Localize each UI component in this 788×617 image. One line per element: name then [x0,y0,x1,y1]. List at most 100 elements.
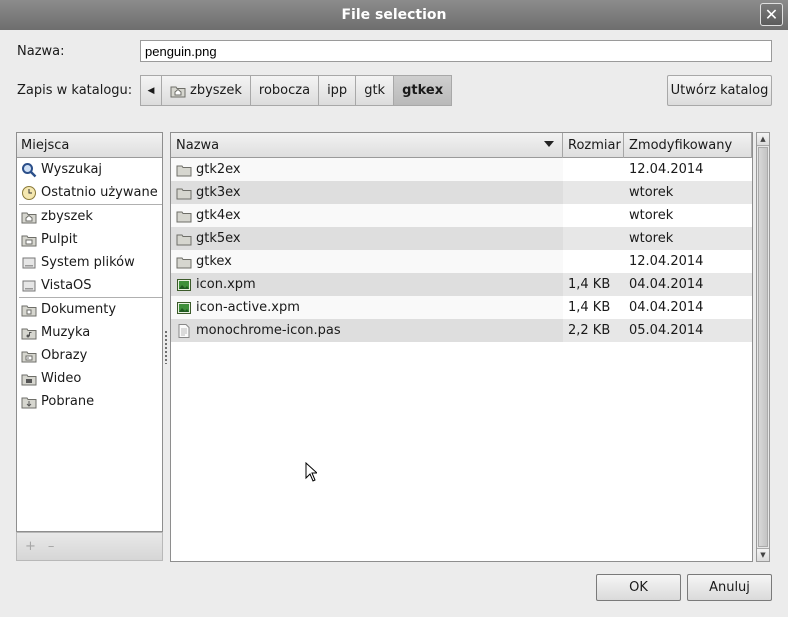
downloads-folder-icon [21,397,37,408]
path-crumb-label: robocza [258,83,311,98]
cancel-button[interactable]: Anuluj [687,574,772,601]
place-label: Wideo [41,371,82,386]
file-row[interactable]: icon.xpm 1,4 KB 04.04.2014 [171,273,752,296]
video-folder-icon [21,374,37,385]
place-label: Pulpit [41,232,78,247]
place-item-music[interactable]: Muzyka [17,321,162,344]
places-actions: + – [16,532,163,561]
path-scroll-left-button[interactable]: ◀ [140,75,162,106]
file-size [563,181,624,204]
place-item-home[interactable]: zbyszek [17,205,162,228]
path-crumb-ipp[interactable]: ipp [318,75,357,106]
file-name: icon.xpm [196,277,256,292]
remove-bookmark-button[interactable]: – [48,539,55,554]
close-button[interactable]: ✕ [760,3,783,26]
column-header-size[interactable]: Rozmiar [563,133,624,158]
place-label: Pobrane [41,394,95,409]
file-size [563,227,624,250]
file-modified: wtorek [629,208,674,223]
name-label: Nazwa: [17,44,65,59]
path-crumb-label: zbyszek [190,83,242,98]
mouse-cursor-icon [305,462,317,482]
path-bar: ◀ zbyszek robocza ipp gtk gtkex [140,75,453,106]
chevron-left-icon: ◀ [147,85,155,96]
place-label: Obrazy [41,348,88,363]
ok-button[interactable]: OK [596,574,681,601]
file-row[interactable]: gtk4ex wtorek [171,204,752,227]
file-selection-dialog: File selection ✕ Nazwa: Zapis w katalogu… [0,0,788,617]
file-modified: 04.04.2014 [629,300,704,315]
file-list: Nazwa Rozmiar Zmodyfikowany gtk2ex 12.04… [170,132,753,562]
file-modified: wtorek [629,185,674,200]
column-label: Rozmiar [568,138,621,153]
path-crumb-zbyszek[interactable]: zbyszek [161,75,251,106]
save-in-folder-label: Zapis w katalogu: [17,83,133,98]
place-item-pictures[interactable]: Obrazy [17,344,162,367]
place-label: VistaOS [41,278,92,293]
file-name: gtkex [196,254,232,269]
file-row[interactable]: gtk5ex wtorek [171,227,752,250]
add-bookmark-button[interactable]: + [25,539,36,554]
place-item-filesystem[interactable]: System plików [17,251,162,274]
file-name: icon-active.xpm [196,300,300,315]
file-name: gtk2ex [196,162,241,177]
file-list-scrollbar[interactable]: ▲ ▼ [756,132,770,562]
place-label: Ostatnio używane [41,185,158,200]
path-crumb-gtkex[interactable]: gtkex [393,75,453,106]
path-crumb-robocza[interactable]: robocza [249,75,320,106]
file-row[interactable]: monochrome-icon.pas 2,2 KB 05.04.2014 [171,319,752,342]
text-file-icon [178,323,190,338]
pane-resize-handle[interactable] [164,330,168,364]
drive-icon [22,257,36,268]
folder-icon [176,234,192,245]
file-row[interactable]: gtk2ex 12.04.2014 [171,158,752,181]
column-label: Zmodyfikowany [629,138,733,153]
scroll-down-button[interactable]: ▼ [757,548,769,561]
folder-icon [176,211,192,222]
file-modified: 12.04.2014 [629,254,704,269]
file-size [563,158,624,181]
place-label: Wyszukaj [41,162,103,177]
place-item-search[interactable]: Wyszukaj [17,158,162,181]
search-icon [22,162,37,177]
place-item-downloads[interactable]: Pobrane [17,390,162,413]
file-modified: 12.04.2014 [629,162,704,177]
place-item-desktop[interactable]: Pulpit [17,228,162,251]
folder-icon [176,257,192,268]
file-size: 2,2 KB [568,323,611,338]
file-name: gtk5ex [196,231,241,246]
file-name-input[interactable] [140,40,772,62]
drive-icon [22,280,36,291]
column-header-modified[interactable]: Zmodyfikowany [624,133,752,158]
title-bar: File selection ✕ [0,0,788,30]
file-row[interactable]: gtk3ex wtorek [171,181,752,204]
file-size: 1,4 KB [568,300,611,315]
scroll-up-button[interactable]: ▲ [757,133,769,146]
places-header[interactable]: Miejsca [17,133,162,158]
column-header-name[interactable]: Nazwa [171,133,563,158]
window-title: File selection [341,7,447,23]
path-crumb-gtk[interactable]: gtk [355,75,395,106]
file-row[interactable]: icon-active.xpm 1,4 KB 04.04.2014 [171,296,752,319]
scrollbar-thumb[interactable] [758,147,768,547]
file-modified: wtorek [629,231,674,246]
sort-descending-icon [544,141,554,147]
file-name: monochrome-icon.pas [196,323,341,338]
place-item-documents[interactable]: Dokumenty [17,298,162,321]
folder-icon [176,165,192,176]
desktop-folder-icon [21,235,37,246]
place-label: Dokumenty [41,302,117,317]
file-size: 1,4 KB [568,277,611,292]
place-item-recent[interactable]: Ostatnio używane [17,181,162,204]
file-row[interactable]: gtkex 12.04.2014 [171,250,752,273]
file-modified: 04.04.2014 [629,277,704,292]
file-list-header: Nazwa Rozmiar Zmodyfikowany [171,133,752,158]
file-size [563,204,624,227]
home-folder-icon [170,86,186,97]
place-item-video[interactable]: Wideo [17,367,162,390]
place-label: System plików [41,255,135,270]
place-item-vistaos[interactable]: VistaOS [17,274,162,297]
create-folder-button[interactable]: Utwórz katalog [667,75,772,106]
place-label: Muzyka [41,325,91,340]
music-folder-icon [21,328,37,339]
